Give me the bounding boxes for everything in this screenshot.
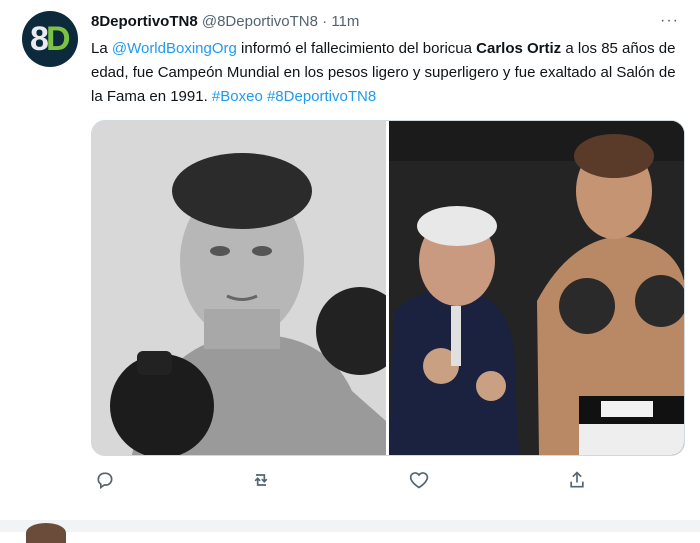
display-name[interactable]: 8DeportivoTN8 (91, 13, 198, 30)
hashtag-link[interactable]: #8DeportivoTN8 (267, 88, 376, 105)
tweet-text: La @WorldBoxingOrg informó el fallecimie… (91, 37, 687, 109)
avatar[interactable]: 8 D (22, 11, 78, 67)
photo-boxer-portrait[interactable] (92, 121, 404, 455)
avatar-logo-d: D (46, 20, 71, 58)
text-part: La (91, 40, 112, 57)
photo-statue-ceremony[interactable] (389, 121, 684, 455)
reply-icon[interactable] (91, 466, 119, 494)
separator-dot: · (322, 13, 328, 30)
tweet-card[interactable]: 8 D 8DeportivoTN8 @8DeportivoTN8 · 11m ·… (0, 0, 700, 520)
retweet-icon[interactable] (247, 466, 275, 494)
share-icon[interactable] (563, 466, 591, 494)
next-tweet-divider (0, 520, 700, 532)
tweet-media[interactable] (91, 120, 685, 456)
hashtag-link[interactable]: #Boxeo (212, 88, 263, 105)
more-options-icon[interactable]: ··· (660, 12, 682, 30)
tweet-header: 8DeportivoTN8 @8DeportivoTN8 · 11m (91, 12, 359, 32)
like-icon[interactable] (405, 466, 433, 494)
bold-name: Carlos Ortiz (476, 40, 562, 57)
avatar-logo: 8 D (28, 19, 72, 59)
boxer-portrait-illustration (92, 121, 404, 455)
timestamp[interactable]: 11m (331, 13, 359, 30)
next-tweet-avatar[interactable] (26, 523, 66, 543)
statue-ceremony-illustration (389, 121, 684, 455)
mention-link[interactable]: @WorldBoxingOrg (112, 40, 237, 57)
text-part: informó el fallecimiento del boricua (236, 40, 477, 57)
tweet-actions (91, 466, 611, 494)
user-handle[interactable]: @8DeportivoTN8 (202, 13, 318, 30)
